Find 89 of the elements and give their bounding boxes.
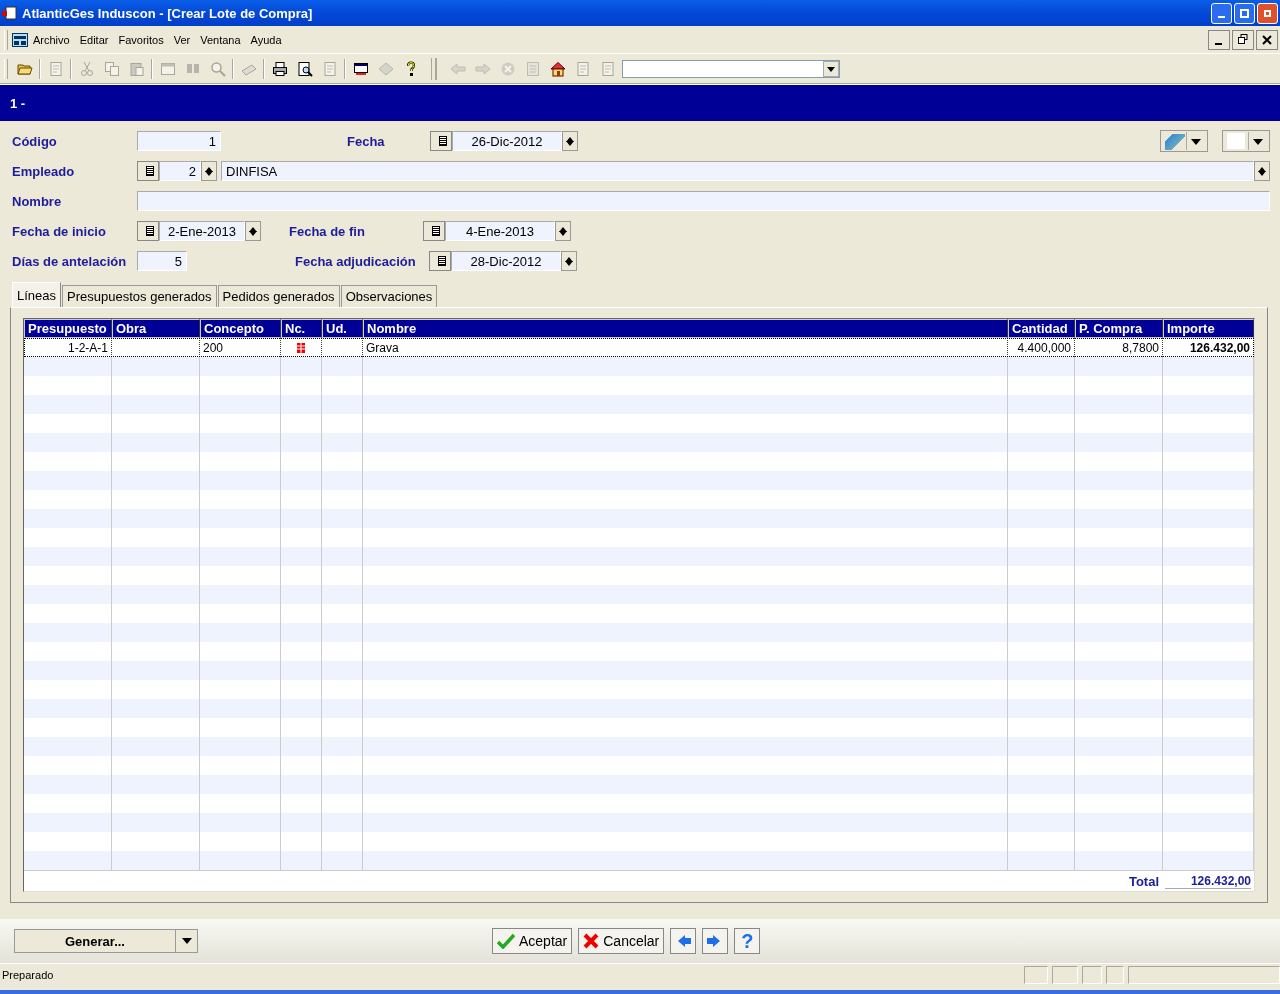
grid-flag-icon (297, 342, 305, 353)
input-field[interactable]: 2 (159, 161, 201, 181)
toolbar-grip[interactable] (4, 58, 8, 79)
field-label: Código (12, 133, 58, 149)
printer-icon[interactable] (272, 60, 288, 77)
status-panel (1082, 966, 1102, 984)
menu-item[interactable]: Archivo (28, 33, 75, 46)
toolbar-combo-box[interactable] (622, 59, 840, 78)
spin-button[interactable] (201, 161, 217, 181)
checkmark-icon (497, 933, 515, 949)
generate-dropdown-button[interactable]: Generar... (14, 929, 198, 953)
input-field[interactable]: 5 (137, 251, 187, 271)
calendar-button[interactable] (423, 221, 445, 241)
total-label: Total (1128, 873, 1159, 889)
table-cell: Grava (366, 340, 399, 355)
status-panel (1106, 966, 1124, 984)
column-header[interactable]: Nc. (281, 319, 322, 338)
status-panel (1052, 966, 1078, 984)
column-header[interactable]: Presupuesto (24, 319, 112, 338)
calendar-button[interactable] (430, 131, 452, 151)
window-title: AtlanticGes Induscon - [Crear Lote de Compra] (22, 5, 314, 21)
tab[interactable]: Presupuestos generados (62, 285, 217, 307)
status-text: Preparado (1, 969, 54, 981)
column-header[interactable]: P. Compra (1075, 319, 1163, 338)
menu-item[interactable]: Ver (168, 33, 196, 46)
home-icon[interactable] (550, 60, 566, 77)
record-title: 1 - (10, 95, 26, 111)
column-header[interactable]: Concepto (200, 319, 281, 338)
input-field[interactable] (137, 191, 1270, 211)
app-menu-icon[interactable] (12, 32, 28, 47)
date-field[interactable]: 26-Dic-2012 (452, 131, 562, 151)
field-label: Nombre (12, 193, 63, 209)
field-label: Fecha adjudicación (295, 253, 417, 269)
tab[interactable]: Líneas (12, 282, 62, 307)
restore-icon[interactable] (1232, 29, 1254, 50)
table-cell: 200 (203, 340, 224, 355)
menu-item[interactable]: Ayuda (245, 33, 287, 46)
minimize-icon[interactable] (1208, 29, 1230, 50)
field-label: Fecha de fin (289, 223, 366, 239)
close-icon[interactable] (1256, 29, 1278, 50)
menu-item[interactable]: Editar (74, 33, 114, 46)
table-cell: 126.432,00 (1189, 340, 1250, 355)
column-header[interactable]: Importe (1163, 319, 1254, 338)
cross-icon (583, 933, 600, 949)
date-field[interactable]: 4-Ene-2013 (445, 221, 555, 241)
tab[interactable]: Pedidos generados (217, 285, 340, 307)
table-cell: 1-2-A-1 (68, 340, 108, 355)
table-cell: 4.400,000 (1017, 340, 1071, 355)
column-header[interactable]: Ud. (322, 319, 363, 338)
app-icon (2, 5, 18, 21)
menu-bar-grip[interactable] (4, 29, 8, 50)
cancel-button[interactable]: Cancelar (578, 928, 665, 954)
column-header[interactable]: Nombre (363, 319, 1008, 338)
field-label: Empleado (12, 163, 76, 179)
spin-button[interactable] (561, 251, 577, 271)
spin-button[interactable] (245, 221, 261, 241)
previous-button[interactable] (670, 928, 697, 954)
field-label: Fecha (347, 133, 386, 149)
input-field[interactable]: 1 (137, 131, 221, 151)
total-value: 126.432,00 (1165, 873, 1251, 889)
accept-button[interactable]: Aceptar (492, 928, 573, 954)
minimize-button[interactable] (1211, 2, 1232, 24)
close-button[interactable] (1257, 2, 1278, 24)
date-field[interactable]: 28-Dic-2012 (451, 251, 561, 271)
calendar-button[interactable] (137, 221, 159, 241)
status-panel (1024, 966, 1048, 984)
menu-item[interactable]: Favoritos (113, 33, 169, 46)
date-field[interactable]: 2-Ene-2013 (159, 221, 245, 241)
calendar-button[interactable] (429, 251, 451, 271)
field-label: Días de antelación (12, 253, 128, 269)
input-field[interactable]: DINFISA (221, 161, 1254, 181)
field-label: Fecha de inicio (12, 223, 107, 239)
spin-button[interactable] (555, 221, 571, 241)
tab[interactable]: Observaciones (340, 285, 438, 307)
column-header[interactable]: Obra (112, 319, 200, 338)
restore-button[interactable] (1234, 2, 1255, 24)
monitor-icon[interactable] (353, 60, 369, 77)
lookup-button[interactable] (137, 161, 159, 181)
table-cell: 8,7800 (1122, 340, 1159, 355)
help-button[interactable]: ? (734, 928, 761, 954)
spin-button[interactable] (1254, 161, 1270, 181)
next-button[interactable] (702, 928, 729, 954)
spin-button[interactable] (562, 131, 578, 151)
print-preview-icon[interactable] (297, 60, 313, 77)
chart-dropdown-button[interactable] (1222, 130, 1270, 152)
toolbar-grip[interactable] (431, 57, 437, 80)
column-header[interactable]: Cantidad (1008, 319, 1075, 338)
device-dropdown-button[interactable] (1160, 130, 1208, 152)
menu-item[interactable]: Ventana (195, 33, 246, 46)
